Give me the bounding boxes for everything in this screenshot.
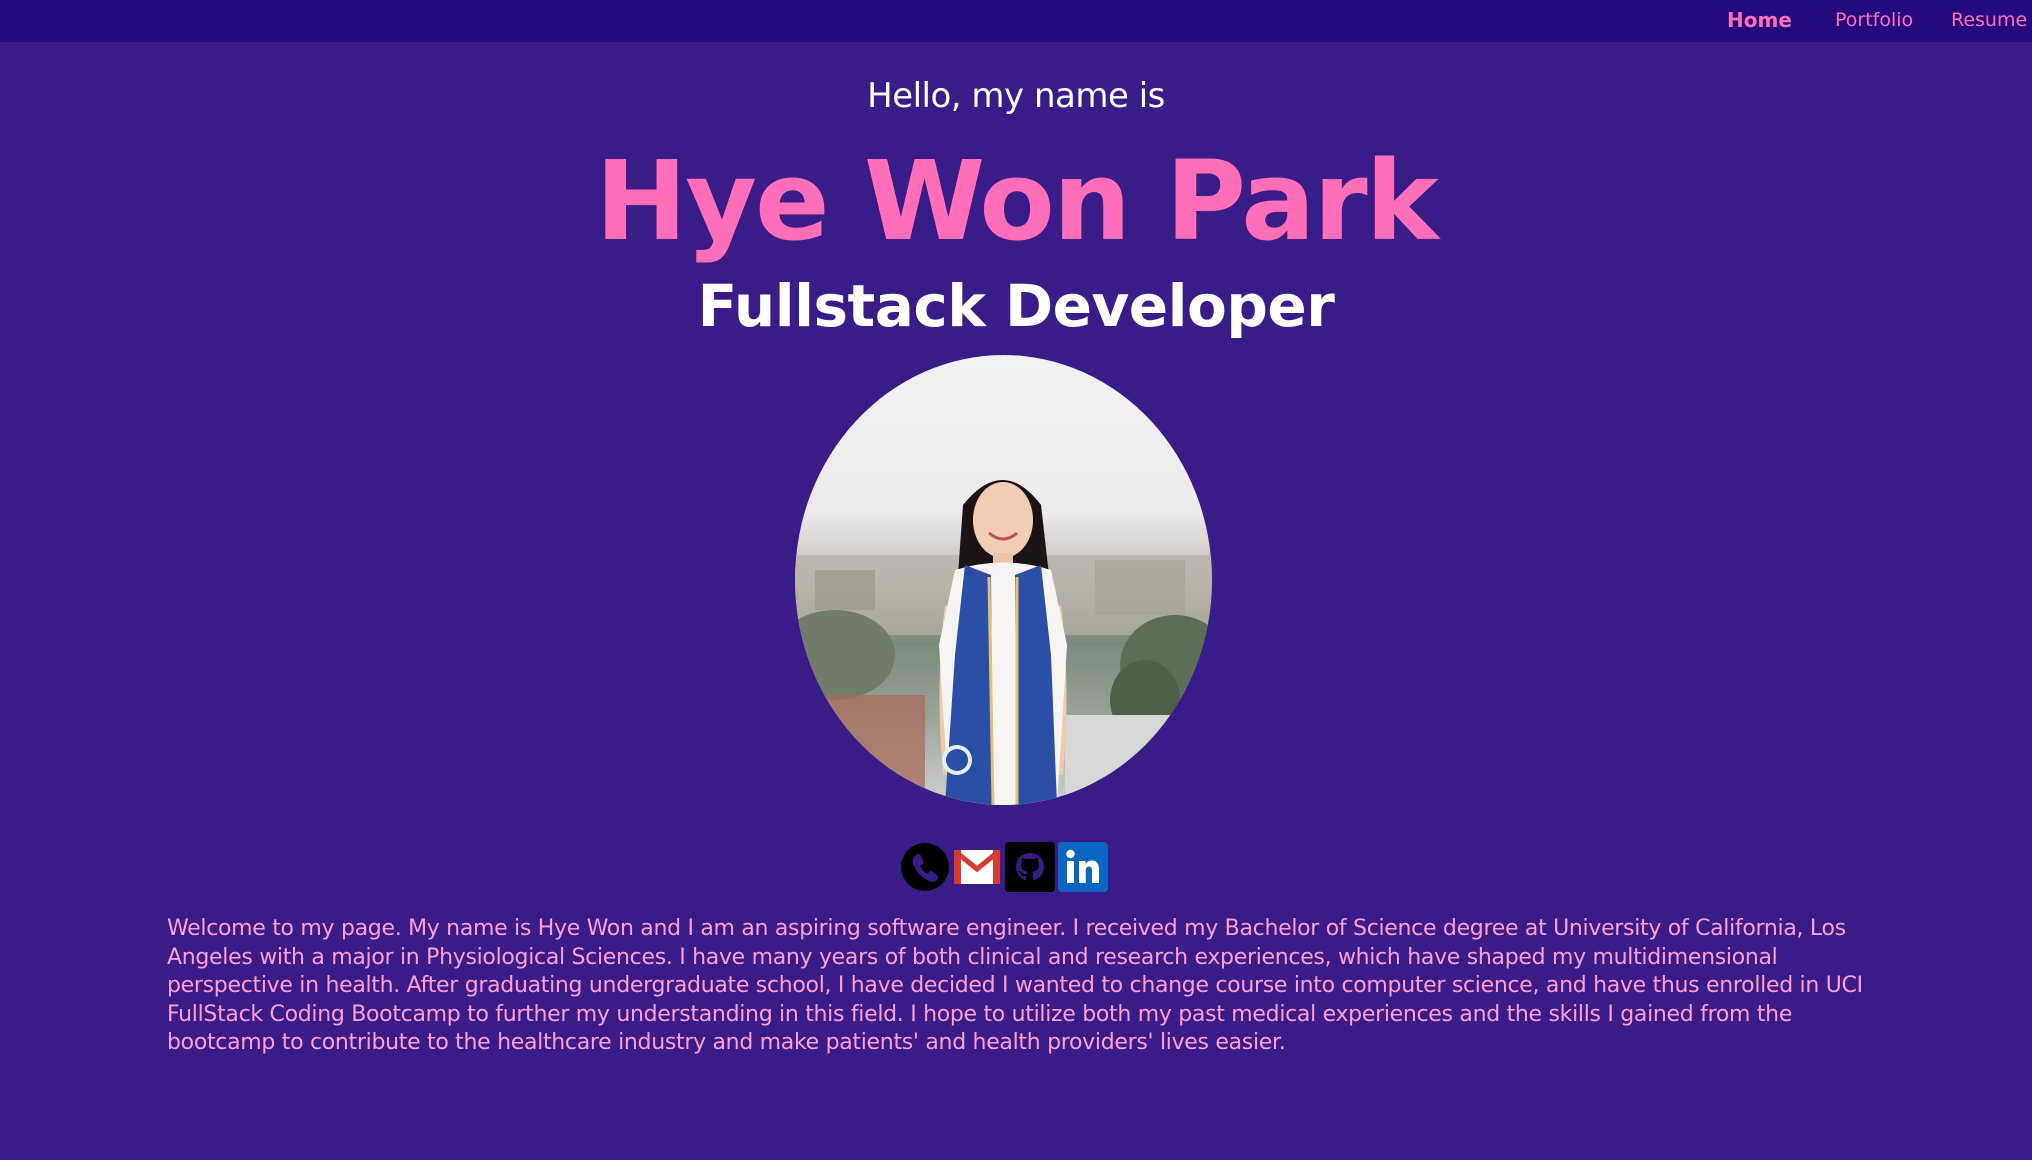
phone-icon (901, 843, 949, 891)
github-icon (1005, 842, 1055, 892)
linkedin-icon (1058, 842, 1108, 892)
profile-photo-illustration (795, 480, 1212, 805)
email-link[interactable] (952, 842, 1002, 892)
nav-link-portfolio[interactable]: Portfolio (1835, 9, 1913, 31)
greeting-text: Hello, my name is (867, 76, 1165, 116)
profile-photo (795, 355, 1212, 805)
phone-link[interactable] (900, 842, 950, 892)
nav-link-resume[interactable]: Resume (1951, 9, 2027, 31)
linkedin-link[interactable] (1058, 842, 1108, 892)
gmail-icon (954, 850, 1000, 884)
role-subtitle: Fullstack Developer (697, 272, 1335, 340)
top-navbar: Home Portfolio Resume (0, 0, 2032, 42)
page-title-name: Hye Won Park (595, 137, 1439, 265)
nav-link-home[interactable]: Home (1727, 8, 1792, 32)
bio-paragraph: Welcome to my page. My name is Hye Won a… (167, 916, 1863, 1056)
github-link[interactable] (1005, 842, 1055, 892)
